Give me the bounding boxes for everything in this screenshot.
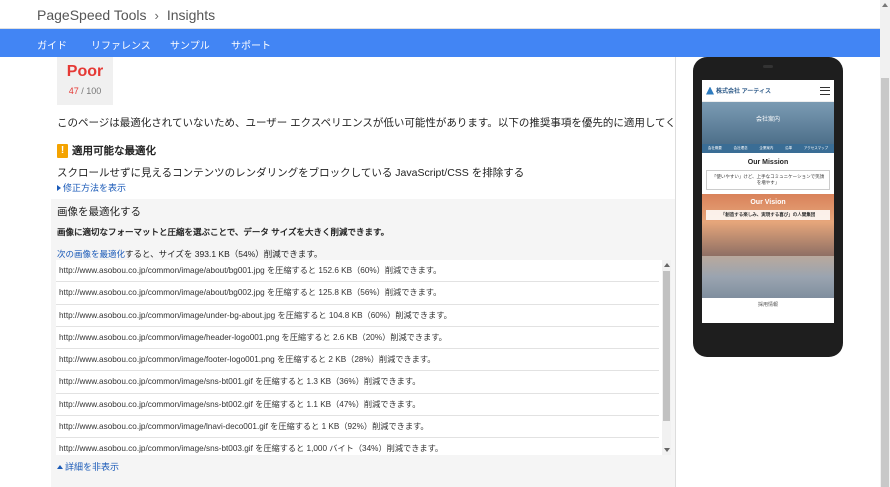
- pier-sunset-image: [702, 256, 834, 298]
- vision-title: Our Vision: [750, 199, 786, 206]
- list-item: http://www.asobou.co.jp/common/image/abo…: [56, 260, 659, 283]
- mobile-vision: Our Vision 「創造する楽しみ、実現する喜び」の人間集団: [702, 194, 834, 256]
- list-item: http://www.asobou.co.jp/common/image/und…: [56, 305, 659, 327]
- mobile-tab: 企業案内: [759, 146, 774, 150]
- nav-reference[interactable]: リファレンス: [91, 37, 151, 52]
- mobile-header: 株式会社 アーティス: [702, 80, 834, 102]
- panel-description: 画像に適切なフォーマットと圧縮を選ぶことで、データ サイズを大きく削減できます。: [57, 227, 390, 237]
- optimize-images-link[interactable]: 次の画像を最適化: [57, 249, 125, 259]
- triangle-up-icon: [57, 464, 63, 469]
- hide-details-link[interactable]: 詳細を非表示: [57, 460, 119, 473]
- vision-box: 「創造する楽しみ、実現する喜び」の人間集団: [706, 210, 830, 220]
- phone-frame: 株式会社 アーティス 会社案内 会社概要 会社理念 企業案内 沿革 アクセスマッ…: [693, 57, 843, 357]
- nav-bar: ガイド リファレンス サンプル サポート: [0, 29, 880, 57]
- optimize-images-panel: 画像を最適化する 画像に適切なフォーマットと圧縮を選ぶことで、データ サイズを大…: [51, 199, 675, 487]
- panel-lead-rest: すると、サイズを 393.1 KB（54%）削減できます。: [125, 249, 323, 259]
- mobile-mission: Our Mission 「使いやすい」けど、上手なコミュニケーションで笑顔を増や…: [702, 153, 834, 194]
- nav-support[interactable]: サポート: [231, 37, 271, 52]
- list-item: http://www.asobou.co.jp/common/image/sns…: [56, 371, 659, 394]
- mobile-footer-heading: 採用情報: [757, 302, 778, 308]
- tool-title-link[interactable]: PageSpeed Tools: [37, 7, 147, 23]
- list-scrollbar[interactable]: [662, 260, 671, 455]
- summary-text: このページは最適化されていないため、ユーザー エクスペリエンスが低い可能性があり…: [57, 117, 676, 129]
- mobile-logo: 株式会社 アーティス: [706, 86, 771, 95]
- rule-render-blocking: スクロールせずに見えるコンテンツのレンダリングをブロックしている JavaScr…: [57, 167, 525, 179]
- warning-icon: !: [57, 143, 68, 158]
- nav-guide[interactable]: ガイド: [37, 37, 67, 52]
- nav-samples[interactable]: サンプル: [170, 37, 210, 52]
- list-item: http://www.asobou.co.jp/common/image/sns…: [56, 394, 659, 417]
- phone-speaker: [763, 65, 773, 68]
- show-fix-label: 修正方法を表示: [63, 183, 127, 193]
- panel-title: 画像を最適化する: [57, 206, 141, 218]
- list-item: http://www.asobou.co.jp/common/image/abo…: [56, 282, 659, 305]
- mission-title: Our Mission: [747, 159, 789, 166]
- scroll-thumb[interactable]: [663, 271, 670, 421]
- mobile-tab: 会社概要: [707, 146, 722, 150]
- mobile-tabs: 会社概要 会社理念 企業案内 沿革 アクセスマップ: [702, 144, 834, 153]
- page-title: Insights: [166, 7, 216, 23]
- page-scroll-thumb[interactable]: [881, 78, 889, 487]
- mobile-tab: アクセスマップ: [803, 146, 829, 150]
- mission-text: 「使いやすい」けど、上手なコミュニケーションで笑顔を増やす」: [706, 170, 830, 190]
- scroll-down-icon[interactable]: [664, 448, 670, 452]
- mobile-hero: 会社案内: [702, 102, 834, 144]
- section-heading: ! 適用可能な最適化: [57, 143, 156, 158]
- results-panel: Poor 47 / 100 このページは最適化されていないため、ユーザー エクス…: [0, 57, 676, 487]
- breadcrumb: PageSpeed Tools › Insights: [37, 7, 215, 23]
- list-item: http://www.asobou.co.jp/common/image/lna…: [56, 416, 659, 439]
- score-label: Poor: [66, 63, 104, 80]
- mobile-screenshot: 株式会社 アーティス 会社案内 会社概要 会社理念 企業案内 沿革 アクセスマッ…: [702, 80, 834, 323]
- triangle-right-icon: [57, 184, 61, 191]
- scroll-up-icon[interactable]: [664, 263, 670, 267]
- page-scrollbar[interactable]: [880, 0, 890, 487]
- score-badge: Poor 47 / 100: [57, 57, 113, 105]
- list-item: http://www.asobou.co.jp/common/image/sns…: [56, 438, 659, 455]
- top-header: PageSpeed Tools › Insights: [0, 0, 890, 29]
- panel-lead: 次の画像を最適化すると、サイズを 393.1 KB（54%）削減できます。: [57, 248, 322, 260]
- chevron-right-icon: ›: [154, 7, 159, 23]
- mobile-preview-column: 株式会社 アーティス 会社案内 会社概要 会社理念 企業案内 沿革 アクセスマッ…: [676, 57, 880, 487]
- section-heading-label: 適用可能な最適化: [72, 145, 156, 157]
- page-scroll-up-icon[interactable]: [882, 3, 888, 7]
- mobile-tab: 会社理念: [733, 146, 748, 150]
- mobile-tab: 沿革: [785, 146, 793, 150]
- score-value: 47 / 100: [68, 86, 102, 96]
- list-item: http://www.asobou.co.jp/common/image/foo…: [56, 349, 659, 372]
- list-item: http://www.asobou.co.jp/common/image/hea…: [56, 327, 659, 350]
- logo-mark-icon: [706, 86, 714, 95]
- show-fix-link[interactable]: 修正方法を表示: [57, 181, 126, 194]
- hide-details-label: 詳細を非表示: [65, 462, 120, 472]
- hamburger-icon: [820, 86, 830, 95]
- image-list[interactable]: http://www.asobou.co.jp/common/image/abo…: [56, 260, 671, 455]
